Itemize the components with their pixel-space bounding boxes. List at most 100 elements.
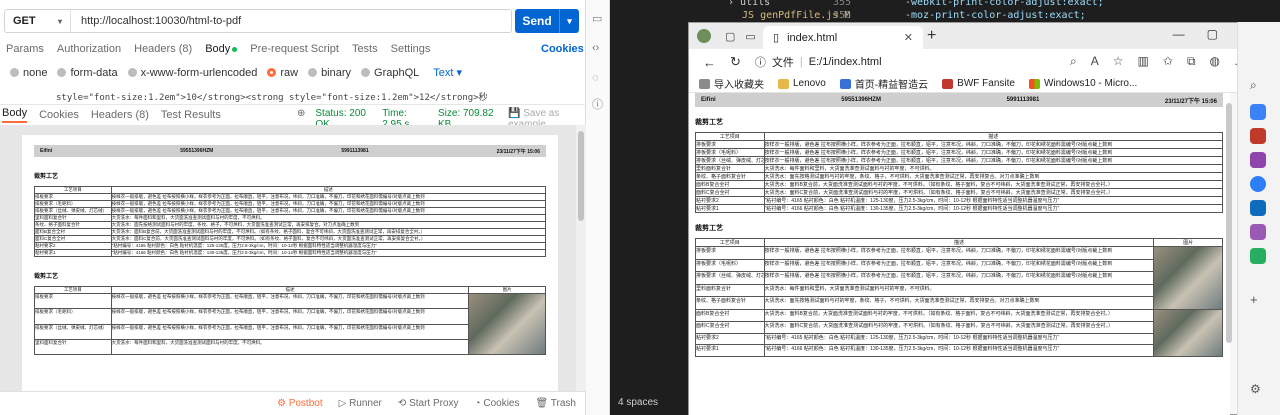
- cell-item: 排板要求: [695, 246, 765, 260]
- minimize-icon[interactable]: —: [1173, 27, 1185, 41]
- table-row: 粘衬要求2 "粘衬编号：4165 粘衬颜色：白色 粘衬机温度：125-130度，压…: [695, 196, 1223, 205]
- code-icon[interactable]: ‹›: [592, 42, 599, 54]
- chevron-down-icon[interactable]: ▾: [559, 9, 579, 33]
- url-input[interactable]: http://localhost:10030/html-to-pdf: [71, 15, 241, 27]
- workspaces-icon[interactable]: ▢: [725, 30, 735, 43]
- favorite-star-icon[interactable]: ☆: [1113, 54, 1124, 69]
- cell-item: 排板要求: [34, 292, 112, 310]
- address-text: E:/1/index.html: [808, 56, 882, 68]
- tab-authorization[interactable]: Authorization: [57, 43, 121, 55]
- table-row: 粘衬要求1 "粘衬编号：4166 粘衬颜色：白色 粘衬机温度：130-135度，压…: [695, 204, 1223, 213]
- resp-tab-test-results[interactable]: Test Results: [161, 109, 221, 121]
- radio-graphql[interactable]: GraphQL: [361, 67, 419, 79]
- send-button[interactable]: Send ▾: [515, 9, 579, 33]
- tab-pre-request-script[interactable]: Pre-request Script: [250, 43, 339, 55]
- cell-desc: 按样衣一般排版，避色差 拉布按照横小样，样衣参考为正面，拉布顺直，铝平，注意布况…: [110, 323, 470, 340]
- tab-actions-icon[interactable]: ▭: [745, 30, 755, 43]
- runner-button[interactable]: ▷ Runner: [339, 398, 382, 409]
- address-bar[interactable]: ⓘ 文件 | E:/1/index.html: [755, 54, 882, 70]
- radio-urlencoded[interactable]: x-www-form-urlencoded: [127, 67, 257, 79]
- radio-form-data[interactable]: form-data: [57, 67, 118, 79]
- maximize-icon[interactable]: ▢: [1207, 27, 1218, 41]
- tag-icon[interactable]: [1250, 104, 1266, 120]
- profile-icon[interactable]: ◍: [1210, 54, 1220, 69]
- tab-settings[interactable]: Settings: [391, 43, 431, 55]
- trash-button[interactable]: 🗑 Trash: [536, 398, 577, 409]
- scroll-thumb[interactable]: [578, 131, 584, 221]
- cell-item: 排板要求（毛呢料）: [34, 200, 112, 208]
- tab-params[interactable]: Params: [6, 43, 44, 55]
- search-icon[interactable]: ⌕: [1250, 78, 1266, 94]
- pdf-preview[interactable]: Eifini 59551396HZM 5991113981 23/11/27下午…: [0, 125, 576, 391]
- cell-item: 排板要求（毛呢料）: [695, 258, 765, 273]
- bookmark-item[interactable]: 导入收藏夹: [699, 76, 764, 91]
- games-icon[interactable]: [1250, 152, 1266, 168]
- outlook-icon[interactable]: [1250, 200, 1266, 216]
- bookmark-item[interactable]: 首页-精益智造云: [839, 76, 928, 91]
- bookmark-item[interactable]: Lenovo: [778, 78, 826, 89]
- browser-tab[interactable]: ▯ index.html ✕: [763, 26, 923, 49]
- send-label: Send: [522, 14, 552, 28]
- method-select[interactable]: GET ▾: [5, 10, 71, 32]
- tab-headers[interactable]: Headers (8): [134, 43, 192, 55]
- favorites-icon[interactable]: ✩: [1163, 54, 1173, 69]
- back-icon[interactable]: ←: [703, 55, 716, 70]
- refresh-icon[interactable]: ↻: [730, 54, 741, 70]
- drop-icon[interactable]: [1250, 248, 1266, 264]
- cookies-link[interactable]: Cookies: [541, 43, 584, 55]
- bookmark-item[interactable]: BWF Fansite: [942, 78, 1015, 89]
- garment-photo: [1154, 310, 1222, 356]
- process-table-with-images: 工艺项目 描述 图片 排板要求 按样衣一般排版，避色差 拉布按照横小样，样衣参考为正面…: [695, 238, 1223, 357]
- resp-tab-headers[interactable]: Headers (8): [91, 109, 149, 121]
- doc-header-brand: Eifini: [40, 148, 53, 154]
- radio-icon: [127, 68, 137, 78]
- designer-icon[interactable]: [1250, 224, 1266, 240]
- page-scrollbar[interactable]: [1226, 103, 1232, 343]
- resp-tab-cookies[interactable]: Cookies: [39, 109, 79, 121]
- resp-tab-body[interactable]: Body: [2, 107, 28, 123]
- file-tree-folder[interactable]: › utils: [728, 0, 770, 8]
- toolbox-icon[interactable]: [1250, 128, 1266, 144]
- close-icon[interactable]: ✕: [904, 31, 913, 44]
- postbot-button[interactable]: ⚙ Postbot: [277, 398, 323, 409]
- cell-item: 粘衬要求1: [695, 204, 765, 213]
- process-table: 工艺项目 描述 排板要求 按样衣一般排版，避色差 拉布按照横小样，样衣参考为正面，拉…: [34, 186, 547, 257]
- section-title: 裁剪工艺: [695, 119, 723, 126]
- table-row: 粘衬要求1 "粘衬编号：4166 粘衬颜色：白色 粘衬机温度：130-135度，压…: [34, 249, 547, 257]
- radio-raw[interactable]: raw: [267, 67, 298, 79]
- web-content[interactable]: Eifini 59551396HZM 5991113981 23/11/27下午…: [689, 93, 1230, 415]
- cell-desc: 按样衣一般排版，避色差 拉布按照横小样，样衣参考为正面，拉布顺直，铝平，注意布况…: [110, 308, 470, 325]
- sidebar-settings-icon[interactable]: ⚙: [1250, 382, 1266, 398]
- read-aloud-icon[interactable]: A: [1091, 54, 1099, 69]
- radio-binary[interactable]: binary: [308, 67, 351, 79]
- indent-status[interactable]: 4 spaces: [610, 392, 690, 415]
- pdf-scrollbar[interactable]: [576, 125, 586, 391]
- new-tab-icon[interactable]: +: [927, 27, 936, 45]
- cell-item: 粘衬要求2: [695, 196, 765, 205]
- line-number: 355: [833, 0, 852, 8]
- request-body-editor[interactable]: style="font-size:1.2em">10</strong><stro…: [0, 85, 586, 103]
- avatar[interactable]: [697, 29, 711, 43]
- comment-icon[interactable]: ▭: [592, 12, 602, 25]
- table-row: 里料面料复合针 大货洗水：每件面料和里料，大货面洗准查测试面料与衬的牢度，不可烘料…: [34, 214, 547, 222]
- cell-desc: 按样衣一般排版，避色差 拉布按照横小样，样衣参考为正面，拉布顺直，铝平，注意布况…: [763, 148, 1223, 157]
- radio-none[interactable]: none: [10, 67, 47, 79]
- zoom-icon[interactable]: ⌕: [1070, 54, 1077, 69]
- cell-desc: 按样衣一般排版，避色差 拉布按照横小样，样衣参考为正面，拉布顺直，铝平，注意布况…: [110, 207, 547, 215]
- tab-tests[interactable]: Tests: [352, 43, 378, 55]
- info-icon[interactable]: ⓘ: [592, 96, 603, 112]
- add-icon[interactable]: +: [1250, 292, 1266, 308]
- code-line: -webkit-print-color-adjust:exact;: [905, 0, 1104, 8]
- start-proxy-button[interactable]: ⟲ Start Proxy: [398, 398, 459, 409]
- body-format-select[interactable]: Text ▾: [433, 66, 462, 79]
- bookmark-item[interactable]: Windows10 - Micro...: [1028, 78, 1137, 89]
- collections-icon[interactable]: ⧉: [1187, 54, 1196, 69]
- bulb-icon[interactable]: ◌: [592, 72, 599, 84]
- tab-body[interactable]: Body: [205, 43, 238, 55]
- table-row: 面料C复合全衬 大货洗水：面料C复合前，大货面洗准查测试面料与衬的牢度，不可烘料。…: [34, 235, 547, 243]
- cookies-button[interactable]: ◔ Cookies: [475, 398, 520, 409]
- cell-desc: 大货洗水：每件面料和里料，大货面洗准查测试面料与衬的牢度，不可烘料。: [763, 283, 1155, 298]
- cell-item: 粘衬要求1: [34, 249, 112, 257]
- copilot-icon[interactable]: [1250, 176, 1266, 192]
- split-screen-icon[interactable]: ▥: [1138, 54, 1149, 69]
